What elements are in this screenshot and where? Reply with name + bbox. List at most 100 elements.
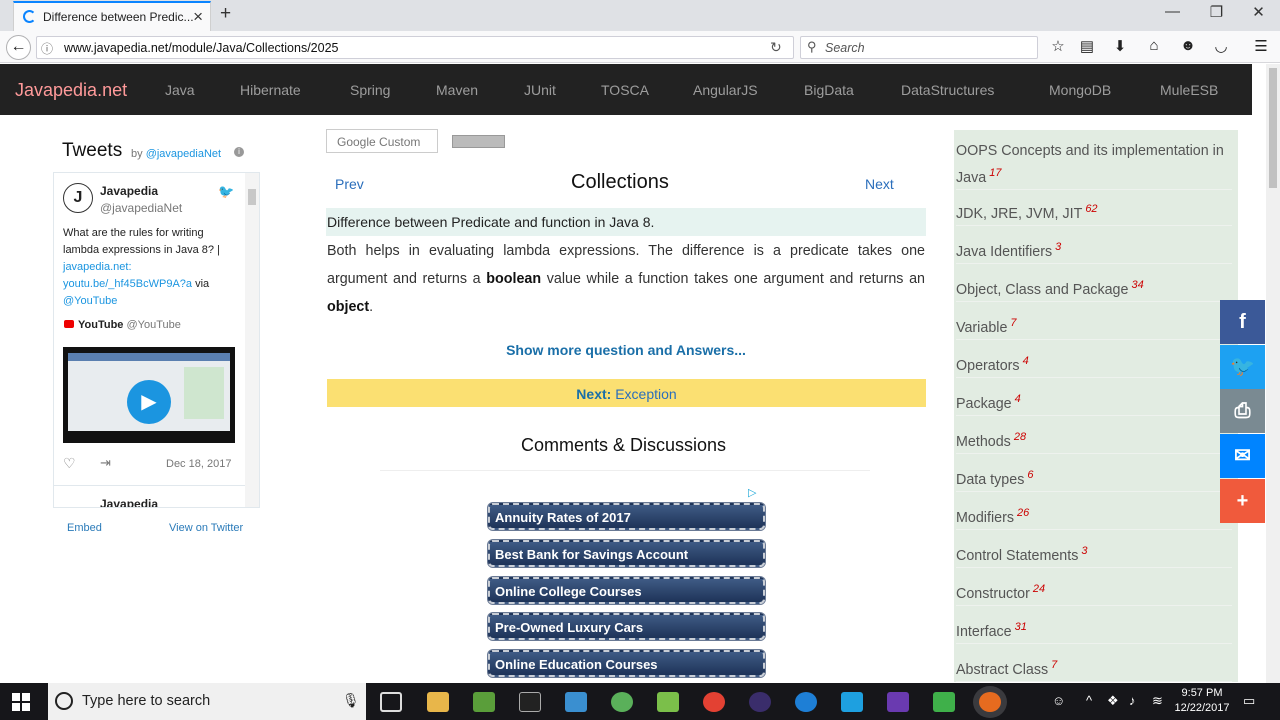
dropbox-icon[interactable]: ❖ (1107, 693, 1119, 709)
google-custom-search-input[interactable]: Google Custom (326, 129, 438, 153)
topic-item[interactable]: Operators 4 (956, 350, 1232, 378)
topic-item[interactable]: OOPS Concepts and its implementation in … (956, 140, 1232, 190)
nav-mongodb[interactable]: MongoDB (1049, 82, 1111, 98)
app-icon[interactable] (841, 692, 863, 712)
minimize-button[interactable]: — (1150, 3, 1195, 20)
tweet-mention[interactable]: @YouTube (63, 295, 117, 307)
topic-item[interactable]: Abstract Class 7 (956, 654, 1232, 682)
remote-desktop-icon[interactable] (565, 692, 587, 712)
topic-item[interactable]: Methods 28 (956, 426, 1232, 454)
topic-item[interactable]: Variable 7 (956, 312, 1232, 340)
more-share-button[interactable]: + (1220, 479, 1265, 523)
restore-button[interactable]: ❐ (1194, 3, 1239, 21)
bookmark-star-icon[interactable]: ☆ (1047, 37, 1069, 55)
microphone-icon[interactable]: 🎙 (342, 692, 360, 709)
nav-angularjs[interactable]: AngularJS (693, 82, 758, 98)
topic-item[interactable]: Package 4 (956, 388, 1232, 416)
nav-spring[interactable]: Spring (350, 82, 390, 98)
people-icon[interactable]: ☺ (1052, 693, 1065, 708)
print-button[interactable]: ⎙ (1220, 389, 1265, 433)
ad-link[interactable]: Online Education Courses (488, 650, 765, 677)
search-box[interactable]: ⚲ Search (800, 36, 1038, 59)
pocket-icon[interactable]: ◡ (1210, 37, 1232, 55)
app-icon[interactable] (611, 692, 633, 712)
topic-item[interactable]: Interface 31 (956, 616, 1232, 644)
ad-link[interactable]: Online College Courses (488, 577, 765, 604)
new-tab-button[interactable]: + (220, 3, 231, 25)
feed-scrollbar[interactable] (245, 173, 259, 507)
tweet-link[interactable]: javapedia.net: youtu.be/_hf45BcWP9A?a (63, 261, 192, 290)
video-thumbnail[interactable]: ▶ (63, 347, 235, 443)
scrollbar-thumb[interactable] (1269, 68, 1277, 188)
app-icon[interactable] (473, 692, 495, 712)
next-topic-bar[interactable]: Next: Exception (327, 379, 926, 407)
app-icon[interactable] (933, 692, 955, 712)
share-icon[interactable]: ⇥ (100, 455, 111, 471)
adchoices-icon[interactable]: ▷ (748, 486, 756, 499)
reload-icon[interactable]: ↻ (770, 39, 782, 56)
nav-tosca[interactable]: TOSCA (601, 82, 649, 98)
taskbar-search[interactable]: Type here to search 🎙 (48, 683, 366, 720)
prev-link[interactable]: Prev (335, 176, 364, 192)
topic-item[interactable]: Data types 6 (956, 464, 1232, 492)
nav-muleesb[interactable]: MuleESB (1160, 82, 1218, 98)
twitter-handle-link[interactable]: @javapediaNet (146, 148, 221, 160)
nav-junit[interactable]: JUnit (524, 82, 556, 98)
topic-item[interactable]: Object, Class and Package 34 (956, 274, 1232, 302)
notepad-icon[interactable] (657, 692, 679, 712)
tweet-date[interactable]: Dec 18, 2017 (166, 458, 231, 470)
close-tab-icon[interactable]: × (193, 7, 203, 27)
topic-item[interactable]: Control Statements 3 (956, 540, 1232, 568)
home-icon[interactable]: ⌂ (1143, 37, 1165, 54)
volume-icon[interactable]: ♪ (1129, 693, 1136, 708)
menu-icon[interactable]: ☰ (1250, 37, 1272, 55)
topic-item[interactable]: JDK, JRE, JVM, JIT 62 (956, 198, 1232, 226)
topic-item[interactable]: Constructor 24 (956, 578, 1232, 606)
ad-link[interactable]: Annuity Rates of 2017 (488, 503, 765, 530)
ad-link[interactable]: Best Bank for Savings Account (488, 540, 765, 567)
facebook-share-button[interactable]: f (1220, 300, 1265, 344)
edge-icon[interactable] (795, 692, 817, 712)
show-more-link[interactable]: Show more question and Answers... (326, 342, 926, 358)
terminal-icon[interactable] (519, 692, 541, 712)
next-topic-link[interactable]: Exception (615, 386, 676, 402)
windows-start-icon[interactable] (12, 693, 30, 711)
topic-item[interactable]: Java Identifiers 3 (956, 236, 1232, 264)
wifi-icon[interactable]: ≋ (1152, 693, 1163, 709)
chrome-icon[interactable] (703, 692, 725, 712)
nav-maven[interactable]: Maven (436, 82, 478, 98)
reading-list-icon[interactable]: ▤ (1076, 37, 1098, 55)
embed-link[interactable]: Embed (67, 522, 102, 534)
nav-java[interactable]: Java (165, 82, 195, 98)
search-button[interactable] (452, 135, 505, 148)
clock[interactable]: 9:57 PM 12/22/2017 (1172, 686, 1232, 716)
play-icon[interactable]: ▶ (127, 380, 171, 424)
messenger-share-button[interactable]: ✉ (1220, 434, 1265, 478)
firefox-icon[interactable] (979, 692, 1001, 712)
chat-icon[interactable]: ☻ (1177, 37, 1199, 54)
file-explorer-icon[interactable] (427, 692, 449, 712)
notifications-icon[interactable]: ▭ (1243, 693, 1255, 709)
tweet-handle[interactable]: @javapediaNet (100, 201, 182, 215)
page-scrollbar[interactable] (1266, 64, 1280, 684)
topic-item[interactable]: Modifiers 26 (956, 502, 1232, 530)
like-icon[interactable]: ♡ (63, 455, 76, 472)
download-icon[interactable]: ⬇ (1109, 37, 1131, 55)
nav-bigdata[interactable]: BigData (804, 82, 854, 98)
site-logo[interactable]: Javapedia.net (15, 80, 127, 101)
info-icon[interactable]: ⓘ (41, 40, 53, 57)
task-view-icon[interactable] (380, 692, 402, 712)
ad-link[interactable]: Pre-Owned Luxury Cars (488, 613, 765, 640)
back-button[interactable]: ← (6, 35, 31, 60)
view-on-twitter-link[interactable]: View on Twitter (169, 522, 243, 534)
close-window-button[interactable]: ✕ (1236, 3, 1280, 21)
nav-datastructures[interactable]: DataStructures (901, 82, 994, 98)
show-hidden-icons[interactable]: ^ (1086, 693, 1092, 708)
twitter-share-button[interactable]: 🐦 (1220, 345, 1265, 389)
eclipse-icon[interactable] (749, 692, 771, 712)
visual-studio-icon[interactable] (887, 692, 909, 712)
avatar[interactable]: J (63, 183, 93, 213)
info-icon[interactable]: i (234, 147, 244, 157)
cortana-icon[interactable] (55, 692, 73, 710)
address-bar[interactable]: ⓘ www.javapedia.net/module/Java/Collecti… (36, 36, 794, 59)
